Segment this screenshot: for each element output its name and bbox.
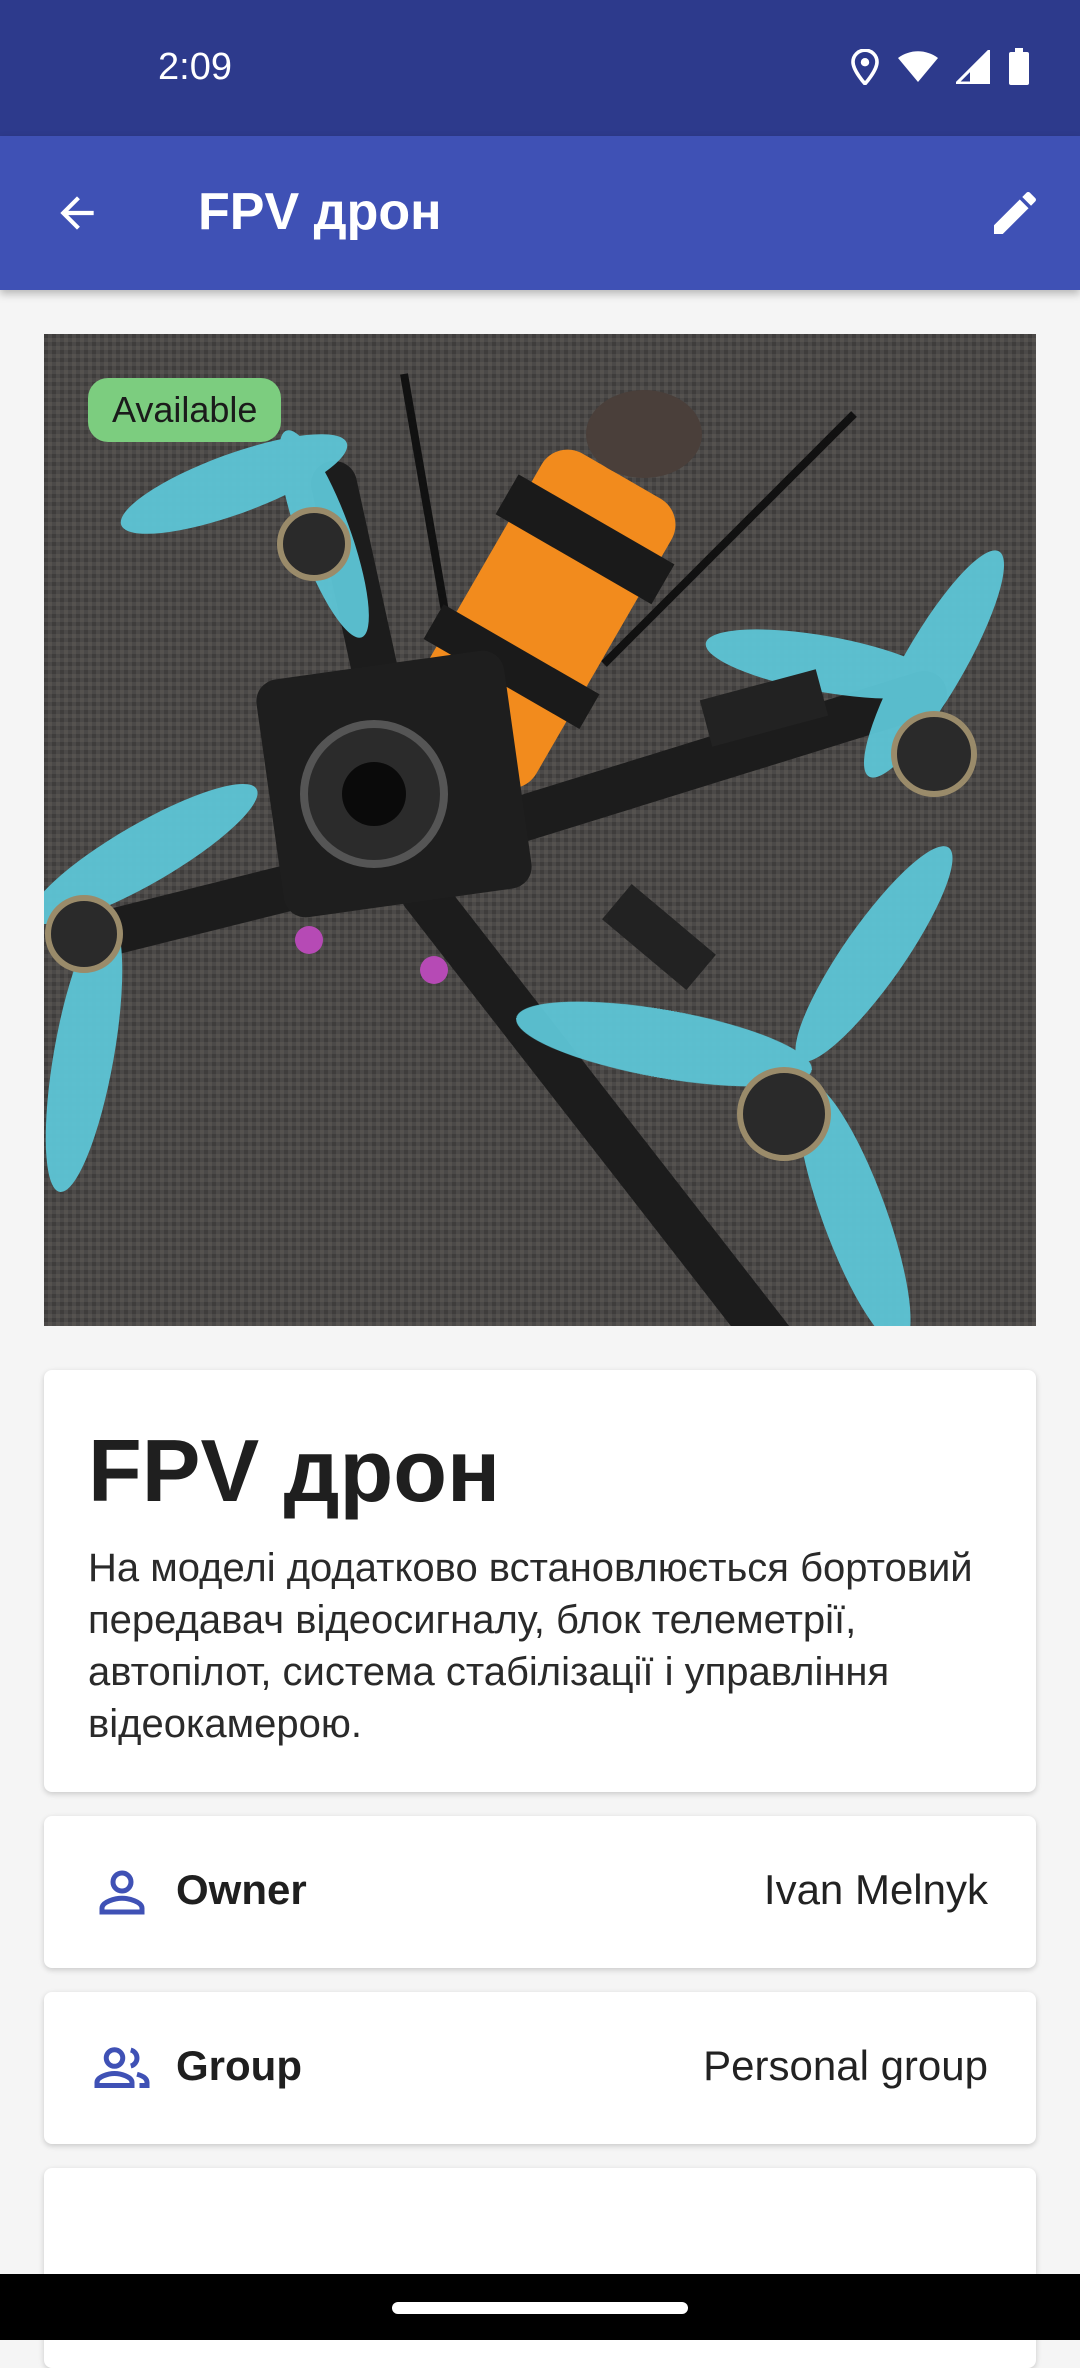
owner-value: Ivan Melnyk [763, 1866, 988, 1913]
pencil-edit-icon [994, 191, 1036, 234]
signal-icon [956, 50, 990, 84]
people-group-icon [94, 2047, 150, 2088]
drone-photo: Available [44, 334, 1036, 1326]
app-bar: FPV дрон [0, 136, 1080, 290]
owner-row[interactable]: Owner Ivan Melnyk [44, 1816, 1036, 1968]
status-bar: 2:09 [0, 0, 1080, 136]
owner-label: Owner [176, 1866, 307, 1913]
description-card: FPV дрон На моделі додатково встановлюєт… [44, 1370, 1036, 1792]
group-row[interactable]: Group Personal group [44, 1992, 1036, 2144]
arrow-back-icon [60, 196, 94, 230]
group-label: Group [176, 2042, 302, 2089]
gesture-handle[interactable] [392, 2302, 688, 2314]
availability-badge: Available [88, 378, 282, 442]
location-icon [851, 49, 879, 85]
battery-icon [1009, 48, 1029, 85]
edit-button[interactable] [970, 168, 1060, 258]
group-value: Personal group [703, 2042, 988, 2089]
back-button[interactable] [32, 168, 122, 258]
system-nav-bar [0, 2274, 1080, 2340]
wifi-icon [898, 51, 938, 82]
item-description: На моделі додатково встановлюється борто… [88, 1546, 973, 1746]
drone-illustration [44, 334, 1036, 1326]
item-title: FPV дрон [88, 1421, 501, 1520]
person-icon [99, 1870, 145, 1915]
status-time: 2:09 [158, 46, 232, 88]
app-bar-title: FPV дрон [198, 183, 442, 241]
status-icons [850, 48, 1030, 86]
